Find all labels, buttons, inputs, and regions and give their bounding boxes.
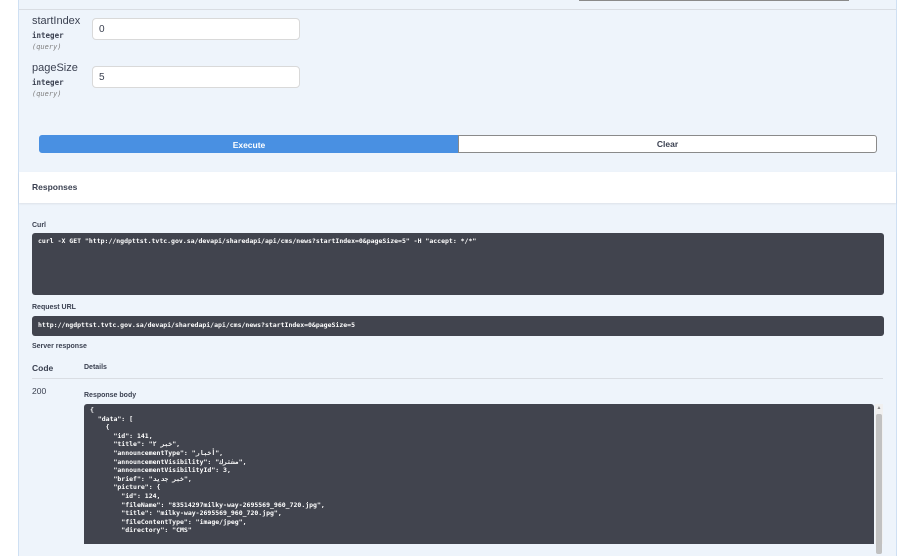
param-location: (query) [32,90,62,98]
code-line: "title": "خبر ٢", [90,440,181,449]
code-line: "id": 124, [90,491,161,500]
response-body-label: Response body [84,392,137,399]
code-line: { [90,423,110,432]
pagesize-input[interactable] [92,66,300,88]
code-line: "announcementVisibilityId": 3, [90,466,231,475]
code-line: "directory": "CMS" [90,526,192,535]
scroll-thumb[interactable] [876,414,882,554]
code-line: "id": 141, [90,431,153,440]
param-startindex: startIndex integer (query) [32,15,80,51]
code-column-header: Code [32,363,54,373]
code-line: "announcementVisibility": "مشترك", [90,457,247,466]
param-pagesize: pageSize integer (query) [32,62,78,98]
param-location: (query) [32,43,62,51]
code-line: "announcementType": "أخبار", [90,448,224,457]
details-column-header: Details [84,364,107,371]
dropdown-edge[interactable] [579,0,849,1]
execute-button[interactable]: Execute [39,135,459,153]
responses-header: Responses [19,172,896,203]
param-name: startIndex [32,15,81,27]
curl-command[interactable]: curl -X GET "http://ngdpttst.tvtc.gov.sa… [32,233,884,295]
scroll-up-icon[interactable]: ▲ [876,405,882,411]
param-type: integer [32,78,64,87]
divider [19,9,896,10]
status-code: 200 [32,386,47,396]
code-line: "picture": { [90,483,161,492]
param-name: pageSize [32,62,78,74]
operation-panel: startIndex integer (query) pageSize inte… [18,0,897,556]
server-response-label: Server response [32,343,87,350]
divider [32,378,883,379]
responses-title: Responses [32,182,78,192]
code-line: "brief": "خبر جديد", [90,474,192,483]
response-body[interactable]: { "data": [ { "id": 141, "title": "خبر ٢… [84,404,874,544]
request-url[interactable]: http://ngdpttst.tvtc.gov.sa/devapi/share… [32,316,884,336]
code-line: "fileName": "83514297milky-way-2695569_9… [90,500,325,509]
request-url-label: Request URL [32,304,76,311]
code-line: "fileContentType": "image/jpeg", [90,517,247,526]
code-line: { [90,406,94,414]
clear-button[interactable]: Clear [458,135,877,153]
response-body-scrollbar[interactable]: ▲ [875,404,883,554]
startindex-input[interactable] [92,18,300,40]
curl-label: Curl [32,222,46,229]
code-line: "title": "milky-way-2695569_960_720.jpg"… [90,509,282,518]
code-line: "data": [ [90,414,134,423]
param-type: integer [32,31,64,40]
